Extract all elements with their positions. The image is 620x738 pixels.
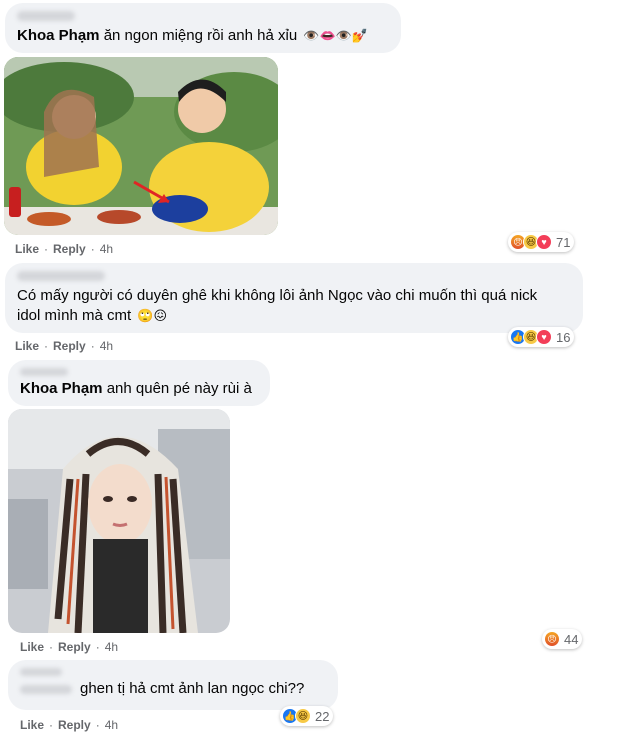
comment-bubble-2: Có mấy người có duyên ghê khi không lôi … <box>5 263 583 333</box>
comment-text: Khoa Phạm ăn ngon miệng rồi anh hả xỉu 👁… <box>17 26 389 46</box>
timestamp[interactable]: 4h <box>105 640 118 654</box>
blurred-author-name <box>20 368 68 376</box>
comment-photo-1[interactable] <box>4 57 278 235</box>
photo-woman-in-towel <box>8 409 230 633</box>
reply-link[interactable]: Reply <box>58 640 91 654</box>
mention-link[interactable]: Khoa Phạm <box>17 27 100 44</box>
emoji-sequence: 👁️👄👁️💅 <box>303 28 369 43</box>
comment-body: ăn ngon miệng rồi anh hả xỉu <box>103 27 298 44</box>
like-link[interactable]: Like <box>15 242 39 256</box>
blurred-author-name <box>17 271 105 281</box>
comment-actions: Like · Reply · 4h <box>20 640 119 654</box>
love-icon: ♥ <box>536 234 552 250</box>
comment-bubble-3: Khoa Phạm anh quên pé này rùi à <box>8 360 270 406</box>
timestamp[interactable]: 4h <box>105 718 118 732</box>
comment-actions: Like · Reply · 4h <box>15 339 114 353</box>
comment-body: anh quên pé này rùi à <box>106 380 252 397</box>
reaction-summary[interactable]: 👍 😆 22 <box>280 706 334 726</box>
comment-actions: Like · Reply · 4h <box>20 718 119 732</box>
haha-icon: 😆 <box>295 708 311 724</box>
reply-link[interactable]: Reply <box>53 339 86 353</box>
reaction-count: 22 <box>315 708 330 724</box>
reply-link[interactable]: Reply <box>53 242 86 256</box>
like-link[interactable]: Like <box>20 718 44 732</box>
comment-text: ghen tị hả cmt ảnh lan ngọc chi?? <box>20 679 326 699</box>
reaction-count: 16 <box>556 329 571 345</box>
timestamp[interactable]: 4h <box>100 242 113 256</box>
comment-photo-2[interactable] <box>8 409 230 633</box>
timestamp[interactable]: 4h <box>100 339 113 353</box>
blurred-author-name <box>20 668 62 676</box>
reaction-summary[interactable]: 😠 44 <box>542 629 583 649</box>
mention-link[interactable]: Khoa Phạm <box>20 380 103 397</box>
emoji-sequence: 🙄😖 <box>137 308 168 323</box>
like-link[interactable]: Like <box>20 640 44 654</box>
comment-actions: Like · Reply · 4h <box>15 242 114 256</box>
reaction-summary[interactable]: 👍 😆 ♥ 16 <box>508 327 575 347</box>
comment-bubble-4: ghen tị hả cmt ảnh lan ngọc chi?? <box>8 660 338 710</box>
blurred-mention <box>20 684 72 694</box>
comment-body: ghen tị hả cmt ảnh lan ngọc chi?? <box>80 680 305 697</box>
reaction-count: 44 <box>564 631 579 647</box>
comment-text: Khoa Phạm anh quên pé này rùi à <box>20 379 258 399</box>
like-link[interactable]: Like <box>15 339 39 353</box>
comment-body: Có mấy người có duyên ghê khi không lôi … <box>17 287 538 324</box>
reaction-summary[interactable]: 😠 😆 ♥ 71 <box>508 232 575 252</box>
comment-text: Có mấy người có duyên ghê khi không lôi … <box>17 286 571 326</box>
reply-link[interactable]: Reply <box>58 718 91 732</box>
comment-bubble-1: Khoa Phạm ăn ngon miệng rồi anh hả xỉu 👁… <box>5 3 401 53</box>
angry-icon: 😠 <box>544 631 560 647</box>
photo-couple-eating <box>4 57 278 235</box>
reaction-count: 71 <box>556 234 571 250</box>
blurred-author-name <box>17 11 75 21</box>
love-icon: ♥ <box>536 329 552 345</box>
